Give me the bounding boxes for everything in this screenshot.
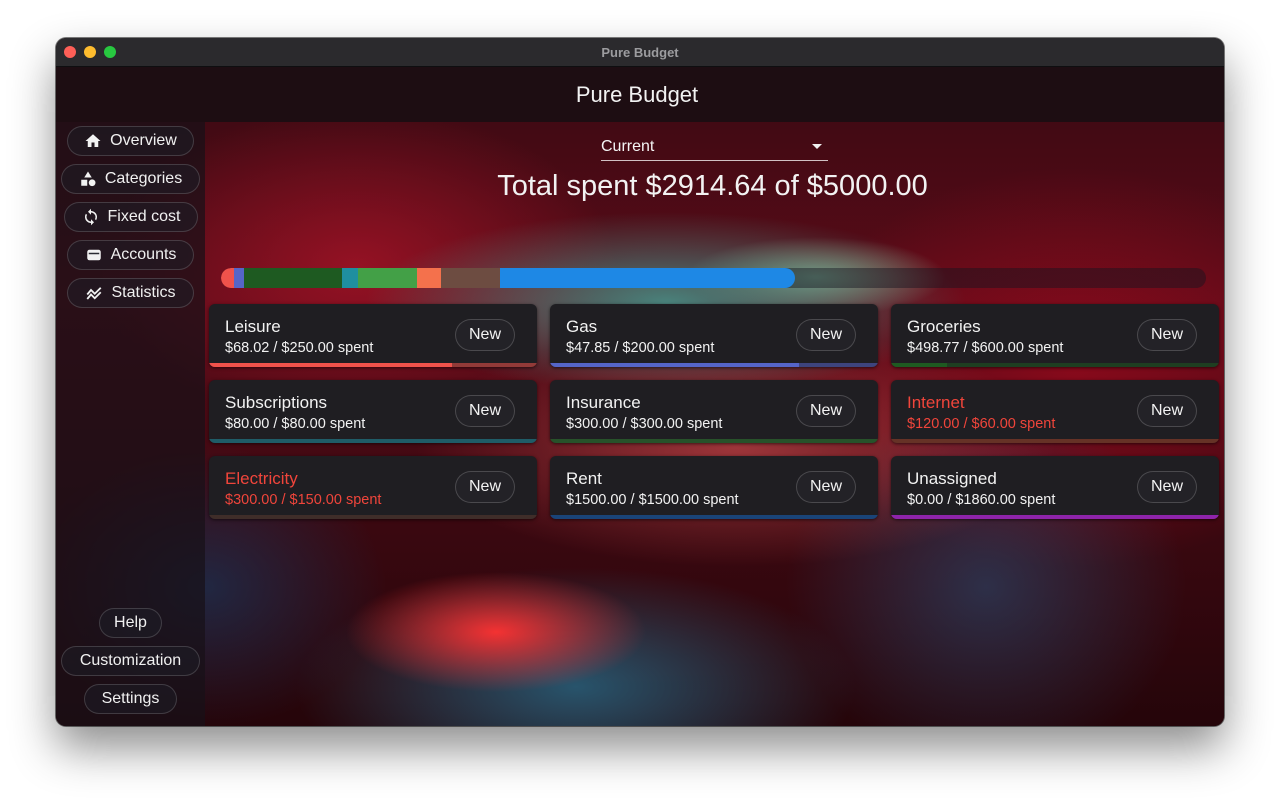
category-card[interactable]: Electricity $300.00 / $150.00 spent New	[209, 456, 537, 519]
spending-bar-segments	[221, 268, 796, 288]
category-card[interactable]: Leisure $68.02 / $250.00 spent New	[209, 304, 537, 367]
category-card[interactable]: Gas $47.85 / $200.00 spent New	[550, 304, 878, 367]
category-name: Insurance	[566, 393, 641, 412]
customization-button[interactable]: Customization	[61, 646, 200, 676]
nav-overview[interactable]: Overview	[67, 126, 194, 156]
category-name: Rent	[566, 469, 602, 488]
shapes-icon	[79, 170, 97, 188]
category-progress-track	[891, 439, 1219, 443]
category-amount: $80.00 / $80.00 spent	[225, 416, 366, 432]
category-progress-fill	[550, 363, 800, 367]
nav-statistics[interactable]: Statistics	[67, 278, 194, 308]
total-spent-text: Total spent $2914.64 of $5000.00	[497, 170, 928, 202]
category-amount: $300.00 / $150.00 spent	[225, 492, 382, 508]
category-name: Electricity	[225, 469, 298, 488]
category-card[interactable]: Rent $1500.00 / $1500.00 spent New	[550, 456, 878, 519]
new-transaction-button[interactable]: New	[796, 471, 856, 503]
help-button[interactable]: Help	[99, 608, 162, 638]
app-window: Pure Budget Pure Budget Overview Categor…	[56, 38, 1224, 726]
spending-bar-segment	[416, 268, 441, 288]
window-controls	[64, 46, 116, 58]
app-title: Pure Budget	[575, 81, 699, 107]
category-name: Groceries	[907, 317, 981, 336]
sidebar: Overview Categories Fixed cost Accounts …	[56, 122, 205, 726]
settings-label: Settings	[101, 690, 160, 707]
title-bar: Pure Budget	[56, 38, 1224, 67]
wallet-icon	[85, 246, 103, 264]
customization-label: Customization	[79, 652, 182, 669]
category-progress-track	[550, 515, 878, 519]
category-amount: $68.02 / $250.00 spent	[225, 340, 374, 356]
new-transaction-button[interactable]: New	[796, 319, 856, 351]
period-select-value: Current	[601, 137, 655, 155]
category-card[interactable]: Internet $120.00 / $60.00 spent New	[891, 380, 1219, 443]
category-amount: $1500.00 / $1500.00 spent	[566, 492, 739, 508]
category-progress-track	[209, 515, 537, 519]
help-label: Help	[114, 614, 147, 631]
total-spent: Total spent $2914.64 of $5000.00	[203, 170, 1222, 203]
spending-bar-segment	[221, 268, 235, 288]
category-card[interactable]: Insurance $300.00 / $300.00 spent New	[550, 380, 878, 443]
category-progress-fill	[891, 515, 1219, 519]
new-transaction-button[interactable]: New	[1137, 395, 1197, 427]
new-transaction-button[interactable]: New	[1137, 319, 1197, 351]
period-select[interactable]: Current	[601, 133, 828, 161]
category-progress-fill	[209, 363, 452, 367]
dropdown-caret-icon	[812, 144, 822, 149]
settings-button[interactable]: Settings	[84, 684, 177, 714]
chart-line-icon	[85, 284, 103, 302]
main-content: Current Total spent $2914.64 of $5000.00…	[205, 122, 1224, 726]
category-amount: $47.85 / $200.00 spent	[566, 340, 715, 356]
category-amount: $300.00 / $300.00 spent	[566, 416, 723, 432]
app-header: Pure Budget	[56, 67, 1224, 122]
repeat-icon	[82, 208, 100, 226]
spending-bar	[221, 268, 1206, 288]
category-name: Subscriptions	[225, 393, 328, 412]
new-transaction-button[interactable]: New	[455, 319, 515, 351]
new-transaction-button[interactable]: New	[796, 395, 856, 427]
category-name: Gas	[566, 317, 598, 336]
nav-overview-label: Overview	[110, 132, 177, 149]
category-progress-track	[209, 439, 537, 443]
category-name: Unassigned	[907, 469, 997, 488]
new-transaction-button[interactable]: New	[455, 471, 515, 503]
category-amount: $120.00 / $60.00 spent	[907, 416, 1056, 432]
close-window-button[interactable]	[64, 46, 76, 58]
home-icon	[84, 132, 102, 150]
window-title: Pure Budget	[601, 44, 679, 60]
new-transaction-button[interactable]: New	[1137, 471, 1197, 503]
nav-accounts-label: Accounts	[110, 246, 177, 263]
spending-bar-segment	[234, 268, 244, 288]
category-card[interactable]: Subscriptions $80.00 / $80.00 spent New	[209, 380, 537, 443]
minimize-window-button[interactable]	[84, 46, 96, 58]
nav-statistics-label: Statistics	[111, 284, 176, 301]
category-progress-fill	[891, 363, 947, 367]
spending-bar-segment	[243, 268, 343, 288]
category-name: Internet	[907, 393, 965, 412]
spending-bar-segment	[440, 268, 500, 288]
maximize-window-button[interactable]	[104, 46, 116, 58]
nav-categories[interactable]: Categories	[61, 164, 200, 194]
nav-categories-label: Categories	[104, 170, 183, 187]
nav-fixed-cost-label: Fixed cost	[107, 208, 181, 225]
category-progress-track	[550, 439, 878, 443]
spending-bar-segment	[499, 268, 796, 288]
new-transaction-button[interactable]: New	[455, 395, 515, 427]
spending-bar-segment	[342, 268, 358, 288]
category-card[interactable]: Groceries $498.77 / $600.00 spent New	[891, 304, 1219, 367]
category-card[interactable]: Unassigned $0.00 / $1860.00 spent New	[891, 456, 1219, 519]
nav-fixed-cost[interactable]: Fixed cost	[64, 202, 198, 232]
category-amount: $498.77 / $600.00 spent	[907, 340, 1064, 356]
category-amount: $0.00 / $1860.00 spent	[907, 492, 1056, 508]
category-name: Leisure	[225, 317, 281, 336]
spending-bar-segment	[357, 268, 417, 288]
nav-accounts[interactable]: Accounts	[67, 240, 194, 270]
